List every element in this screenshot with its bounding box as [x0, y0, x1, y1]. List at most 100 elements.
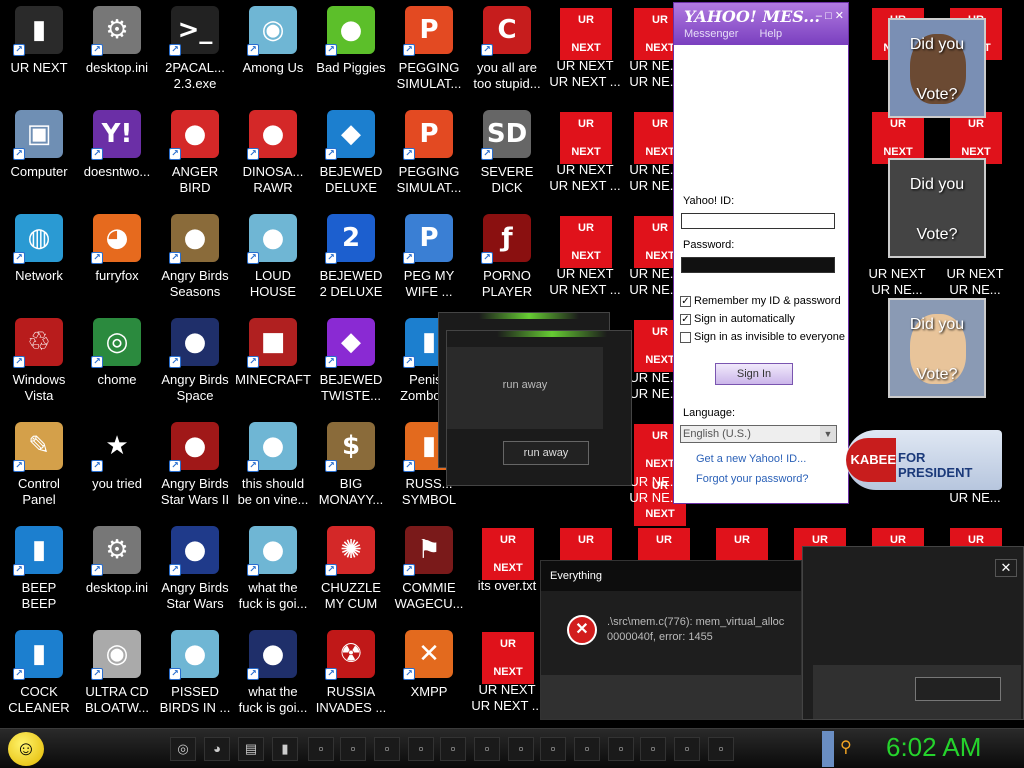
desktop-icon[interactable]: >_ ↗ 2PACAL... 2.3.exe [156, 2, 234, 106]
desktop-icon[interactable]: ☢ ↗ RUSSIA INVADES ... [312, 626, 390, 730]
invisible-checkbox[interactable]: Sign in as invisible to everyone [680, 331, 845, 343]
desktop-icon[interactable]: ⚑ ↗ COMMIE WAGECU... [390, 522, 468, 626]
taskbar-window-button[interactable]: ▫ [474, 737, 500, 761]
ur-next-icon[interactable]: UR NEXT [872, 112, 924, 164]
desktop-icon[interactable]: ✺ ↗ CHUZZLE MY CUM [312, 522, 390, 626]
blank-dialog[interactable]: ✕ [802, 546, 1024, 720]
dialog-button[interactable] [915, 677, 1001, 701]
taskbar-window-button[interactable]: ▫ [674, 737, 700, 761]
taskbar-window-button[interactable]: ▫ [640, 737, 666, 761]
sign-in-button[interactable]: Sign In [715, 363, 793, 385]
desktop-icon[interactable]: ⚙ ↗ desktop.ini [78, 2, 156, 106]
auto-signin-checkbox[interactable]: ✓ Sign in automatically [680, 313, 795, 325]
desktop-icon[interactable]: ● ↗ Bad Piggies [312, 2, 390, 106]
desktop-icon[interactable]: ◕ ↗ furryfox [78, 210, 156, 314]
ur-next-icon[interactable]: UR NEXT [482, 528, 534, 580]
desktop-icon[interactable]: P ↗ PEGGING SIMULAT... [390, 2, 468, 106]
chrome-icon[interactable]: ◎ [170, 737, 196, 761]
desktop-icon[interactable]: SD ↗ SEVERE DICK [468, 106, 546, 210]
firefox-icon[interactable]: ◕ [204, 737, 230, 761]
vote-gadget-clinton[interactable]: Did you Vote? [888, 298, 986, 398]
maximize-icon[interactable]: □ [825, 10, 832, 22]
desktop-icon[interactable]: ● ↗ Angry Birds Star Wars [156, 522, 234, 626]
angry-birds-icon: ● ↗ [247, 110, 297, 160]
forgot-password-link[interactable]: Forgot your password? [696, 473, 809, 485]
desktop-icon[interactable]: ▮ ↗ BEEP BEEP [0, 522, 78, 626]
desktop-icon[interactable]: ● ↗ what the fuck is goi... [234, 626, 312, 730]
close-icon[interactable]: ✕ [995, 559, 1017, 577]
taskbar-window-button[interactable]: ▫ [608, 737, 634, 761]
desktop-icon[interactable]: ◆ ↗ BEJEWED DELUXE [312, 106, 390, 210]
desktop-icon[interactable]: ◆ ↗ BEJEWED TWISTE... [312, 314, 390, 418]
ur-next-icon[interactable]: UR NEXT [560, 8, 612, 60]
get-new-id-link[interactable]: Get a new Yahoo! ID... [696, 453, 806, 465]
taskbar-window-button[interactable]: ▫ [574, 737, 600, 761]
start-button[interactable]: ☺ [8, 732, 44, 766]
desktop-icon[interactable]: ● ↗ PISSED BIRDS IN ... [156, 626, 234, 730]
runaway-text: run away [502, 379, 548, 391]
close-icon[interactable]: ✕ [835, 10, 844, 22]
password-input[interactable] [681, 257, 835, 273]
desktop-icon[interactable]: ● ↗ Angry Birds Star Wars II [156, 418, 234, 522]
desktop-icon[interactable]: ▣ ↗ Computer [0, 106, 78, 210]
taskbar-window-button[interactable]: ▫ [408, 737, 434, 761]
taskbar-window-button[interactable]: ▫ [340, 737, 366, 761]
phone-icon[interactable]: ▮ [272, 737, 298, 761]
desktop-icon[interactable]: C ↗ you all are too stupid... [468, 2, 546, 106]
minimize-icon[interactable]: – [816, 10, 822, 22]
taskbar-scrollbar[interactable] [822, 731, 834, 767]
desktop-icon[interactable]: P ↗ PEG MY WIFE ... [390, 210, 468, 314]
yahoo-messenger-window[interactable]: YAHOO! MES... – □ ✕ Messenger Help Yahoo… [673, 2, 849, 504]
everything-error-dialog[interactable]: Everything ✕ .\src\mem.c(776): mem_virtu… [540, 560, 802, 720]
desktop-icon[interactable]: ● ↗ Angry Birds Space [156, 314, 234, 418]
desktop-icon[interactable]: ▮ ↗ COCK CLEANER [0, 626, 78, 730]
ur-next-icon[interactable]: UR NEXT [482, 632, 534, 684]
ur-next-icon[interactable]: UR NEXT [560, 112, 612, 164]
yahoo-id-input[interactable] [681, 213, 835, 229]
desktop-icon[interactable]: ◉ ↗ ULTRA CD BLOATW... [78, 626, 156, 730]
desktop-icon[interactable]: ◉ ↗ Among Us [234, 2, 312, 106]
remember-checkbox[interactable]: ✓ Remember my ID & password [680, 295, 841, 307]
desktop-icon[interactable]: ● ↗ what the fuck is goi... [234, 522, 312, 626]
desktop-icon[interactable]: Y! ↗ doesntwo... [78, 106, 156, 210]
folder-icon[interactable]: ▤ [238, 737, 264, 761]
desktop-icon[interactable]: P ↗ PEGGING SIMULAT... [390, 106, 468, 210]
desktop-icon[interactable]: $ ↗ BIG MONAYY... [312, 418, 390, 522]
title-bar[interactable]: YAHOO! MES... – □ ✕ Messenger Help [674, 3, 848, 45]
desktop-icon[interactable]: ♲ ↗ Windows Vista [0, 314, 78, 418]
desktop-icon[interactable]: ● ↗ LOUD HOUSE [234, 210, 312, 314]
menu-messenger[interactable]: Messenger [684, 28, 738, 40]
desktop-icon[interactable]: ◍ ↗ Network [0, 210, 78, 314]
desktop-icon[interactable]: ● ↗ ANGER BIRD [156, 106, 234, 210]
desktop-icon[interactable]: ● ↗ DINOSA... RAWR [234, 106, 312, 210]
tile-top-text: UR [500, 534, 516, 546]
runaway-button[interactable]: run away [503, 441, 589, 465]
ur-next-icon[interactable]: UR NEXT [560, 216, 612, 268]
chevron-down-icon[interactable]: ▼ [820, 426, 836, 442]
desktop-icon[interactable]: ⚙ ↗ desktop.ini [78, 522, 156, 626]
taskbar-window-button[interactable]: ▫ [440, 737, 466, 761]
desktop-icon[interactable]: ✕ ↗ XMPP [390, 626, 468, 730]
desktop-icon[interactable]: ★ ↗ you tried [78, 418, 156, 522]
desktop-icon[interactable]: 2 ↗ BEJEWED 2 DELUXE [312, 210, 390, 314]
desktop-icon[interactable]: ✎ ↗ Control Panel [0, 418, 78, 522]
desktop-icon[interactable]: ■ ↗ MINECRAFT [234, 314, 312, 418]
desktop-icon[interactable]: ▮ ↗ UR NEXT [0, 2, 78, 106]
desktop-icon[interactable]: ◎ ↗ chome [78, 314, 156, 418]
desktop-icon[interactable]: ● ↗ Angry Birds Seasons [156, 210, 234, 314]
runaway-window[interactable]: run away run away [446, 330, 632, 486]
language-select[interactable]: English (U.S.) ▼ [680, 425, 837, 443]
desktop-icon[interactable]: ● ↗ this should be on vine... [234, 418, 312, 522]
taskbar-window-button[interactable]: ▫ [508, 737, 534, 761]
desktop-icon[interactable]: ƒ ↗ PORNO PLAYER [468, 210, 546, 314]
taskbar-window-button[interactable]: ▫ [308, 737, 334, 761]
taskbar-window-button[interactable]: ▫ [708, 737, 734, 761]
taskbar-window-button[interactable]: ▫ [540, 737, 566, 761]
vote-gadget-blank[interactable]: Did you Vote? [888, 158, 986, 258]
ur-next-icon[interactable]: UR NEXT [950, 112, 1002, 164]
search-icon[interactable]: ⚲ [840, 737, 852, 757]
config-file-icon: ⚙ ↗ [91, 6, 141, 56]
menu-help[interactable]: Help [759, 28, 782, 40]
vote-gadget-obama[interactable]: Did you Vote? [888, 18, 986, 118]
taskbar-window-button[interactable]: ▫ [374, 737, 400, 761]
